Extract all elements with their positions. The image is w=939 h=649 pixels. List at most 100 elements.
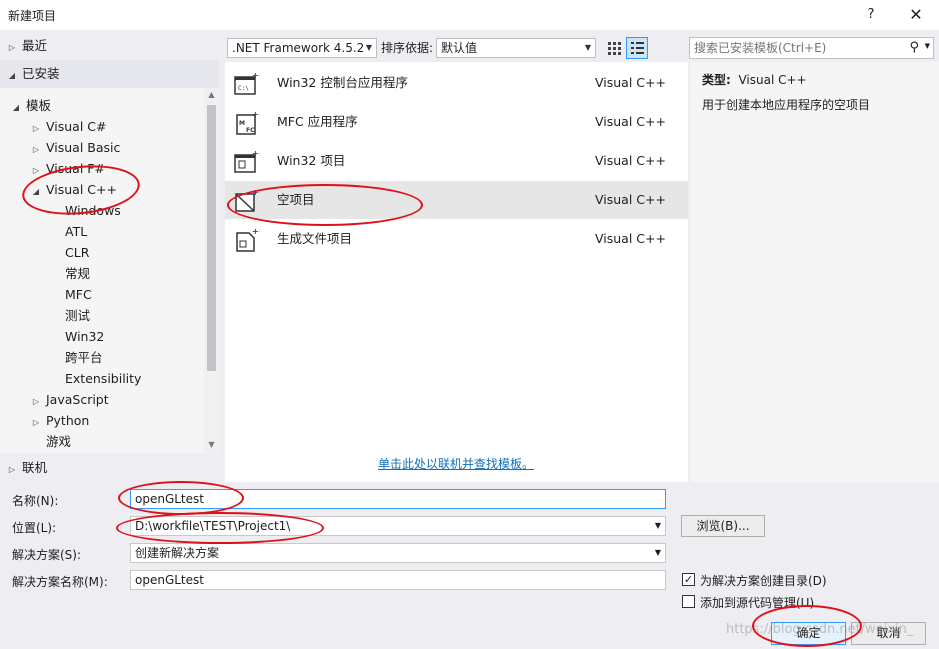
empty-project-icon: ++ — [235, 188, 260, 212]
svg-text:M: M — [239, 120, 245, 127]
tree-item-test[interactable]: 测试 — [65, 305, 90, 326]
tree-item-games[interactable]: 游戏 — [46, 431, 71, 452]
template-name: Win32 控制台应用程序 — [277, 75, 408, 90]
makefile-project-icon: ++ — [236, 227, 260, 252]
location-value: D:\workfile\TEST\Project1\ — [135, 519, 291, 533]
tree-item-javascript[interactable]: ▷ JavaScript — [30, 389, 109, 410]
name-label: 名称(N): — [12, 494, 59, 508]
expanded-icon: ◢ — [32, 187, 40, 196]
solution-select[interactable]: 创建新解决方案 ▼ — [130, 543, 666, 563]
template-item-selected[interactable]: ++ 空项目 Visual C++ — [225, 181, 688, 219]
template-item[interactable]: ++ 生成文件项目 Visual C++ — [225, 220, 688, 258]
template-name: 生成文件项目 — [277, 231, 353, 246]
svg-text:++: ++ — [252, 71, 260, 80]
detail-type: 类型: Visual C++ — [702, 71, 807, 88]
collapsed-icon: ▷ — [32, 124, 40, 133]
tree-item-extensibility[interactable]: Extensibility — [65, 368, 141, 389]
online-label: 联机 — [21, 460, 47, 475]
tree-item-csharp[interactable]: ▷ Visual C# — [30, 116, 107, 137]
name-field[interactable]: openGLtest — [130, 489, 666, 509]
online-templates-link[interactable]: 单击此处以联机并查找模板。 — [378, 455, 534, 472]
template-item[interactable]: MFC ++ MFC 应用程序 Visual C++ — [225, 103, 688, 141]
svg-text:FC: FC — [246, 127, 255, 134]
window-title: 新建项目 — [8, 9, 57, 23]
chevron-down-icon[interactable]: ▼ — [925, 42, 930, 50]
chevron-down-icon[interactable]: ▼ — [655, 517, 661, 535]
template-language: Visual C++ — [595, 75, 666, 90]
small-icons-view-icon[interactable] — [604, 38, 624, 58]
template-language: Visual C++ — [595, 114, 666, 129]
help-button[interactable]: ? — [860, 4, 882, 26]
svg-text:C:\: C:\ — [238, 85, 249, 92]
template-item[interactable]: C:\++ Win32 控制台应用程序 Visual C++ — [225, 64, 688, 102]
template-detail-panel — [690, 62, 939, 482]
sort-label: 排序依据: — [381, 41, 434, 55]
console-app-icon: C:\++ — [234, 71, 260, 95]
create-directory-checkbox[interactable]: ✓ — [682, 573, 695, 586]
chevron-down-icon: ▼ — [365, 43, 372, 52]
tree-item-vb[interactable]: ▷ Visual Basic — [30, 137, 120, 158]
chevron-down-icon[interactable]: ▼ — [655, 544, 661, 562]
svg-text:++: ++ — [252, 188, 260, 197]
scroll-thumb[interactable] — [207, 105, 216, 371]
recent-section[interactable]: ▷ 最近 — [0, 32, 219, 60]
installed-label: 已安装 — [21, 66, 60, 81]
detail-type-value: Visual C++ — [738, 73, 807, 87]
svg-text:++: ++ — [252, 227, 260, 236]
close-button[interactable]: ✕ — [904, 4, 928, 26]
create-directory-label[interactable]: 为解决方案创建目录(D) — [700, 572, 827, 589]
source-control-checkbox[interactable] — [682, 595, 695, 608]
online-section[interactable]: ▷ 联机 — [0, 454, 219, 482]
solution-name-field[interactable]: openGLtest — [130, 570, 666, 590]
location-label: 位置(L): — [12, 521, 57, 535]
template-name: Win32 项目 — [277, 153, 346, 168]
browse-button[interactable]: 浏览(B)... — [681, 515, 765, 537]
title-bar — [0, 0, 939, 30]
solution-label: 解决方案(S): — [12, 548, 82, 562]
svg-text:++: ++ — [252, 110, 260, 119]
template-language: Visual C++ — [595, 153, 666, 168]
list-view-icon[interactable] — [626, 37, 648, 59]
scroll-up-icon[interactable]: ▲ — [204, 90, 219, 99]
solution-name-label: 解决方案名称(M): — [12, 575, 108, 589]
location-field[interactable]: D:\workfile\TEST\Project1\ ▼ — [130, 516, 666, 536]
collapsed-icon: ▷ — [32, 145, 40, 154]
template-language: Visual C++ — [595, 231, 666, 246]
chevron-down-icon: ▼ — [584, 43, 591, 52]
framework-value: .NET Framework 4.5.2 — [232, 41, 365, 55]
detail-description: 用于创建本地应用程序的空项目 — [702, 98, 871, 112]
recent-label: 最近 — [21, 38, 47, 53]
mfc-app-icon: MFC ++ — [236, 110, 260, 135]
template-language: Visual C++ — [595, 192, 666, 207]
watermark: https://blog.csdn.net/weixin_ — [726, 622, 914, 637]
collapsed-icon: ▷ — [32, 397, 40, 406]
tree-item-crossplatform[interactable]: 跨平台 — [65, 347, 103, 368]
tree-item-templates[interactable]: ◢ 模板 — [10, 95, 51, 116]
framework-select[interactable]: .NET Framework 4.5.2 ▼ — [227, 38, 377, 58]
tree-item-mfc[interactable]: MFC — [65, 284, 92, 305]
search-box[interactable]: ⚲ ▼ — [689, 37, 934, 59]
tree-item-clr[interactable]: CLR — [65, 242, 89, 263]
template-name: 空项目 — [277, 192, 315, 207]
tree-item-fsharp[interactable]: ▷ Visual F# — [30, 158, 105, 179]
solution-value: 创建新解决方案 — [135, 546, 220, 560]
sort-select[interactable]: 默认值 ▼ — [436, 38, 596, 58]
tree-item-cpp[interactable]: ◢ Visual C++ — [30, 179, 117, 200]
tree-item-win32[interactable]: Win32 — [65, 326, 104, 347]
expanded-icon: ◢ — [12, 103, 20, 112]
svg-text:++: ++ — [252, 149, 260, 158]
detail-type-label: 类型: — [702, 73, 731, 87]
sort-value: 默认值 — [441, 41, 478, 55]
search-input[interactable] — [690, 38, 900, 58]
tree-item-general[interactable]: 常规 — [65, 263, 90, 284]
scroll-down-icon[interactable]: ▼ — [204, 440, 219, 449]
installed-section[interactable]: ◢ 已安装 — [0, 60, 219, 88]
tree-item-python[interactable]: ▷ Python — [30, 410, 89, 431]
collapsed-icon: ▷ — [32, 418, 40, 427]
search-icon[interactable]: ⚲ — [909, 40, 919, 55]
tree-item-atl[interactable]: ATL — [65, 221, 87, 242]
win32-project-icon: ++ — [234, 149, 260, 173]
template-item[interactable]: ++ Win32 项目 Visual C++ — [225, 142, 688, 180]
source-control-label[interactable]: 添加到源代码管理(U) — [700, 594, 814, 611]
tree-item-windows[interactable]: Windows — [65, 200, 121, 221]
